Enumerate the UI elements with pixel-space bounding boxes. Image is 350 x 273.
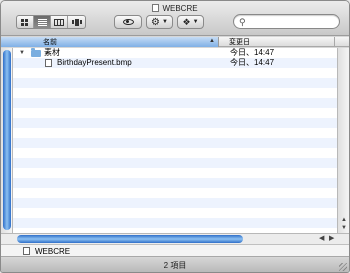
date-column-header[interactable]: 変更日 [220,37,335,47]
icon-view-icon [21,18,29,26]
path-bar: WEBCRE [1,244,349,257]
left-scroll-indicator[interactable] [1,48,13,233]
dropbox-button[interactable]: ❖ ▼ [177,15,204,29]
name-column-label: 名前 [43,39,57,46]
window-title: WEBCRE [1,4,349,13]
row-date: 今日、14:47 [230,48,275,57]
search-field[interactable]: ⚲ [233,14,340,29]
action-button[interactable]: ⚙ ▼ [146,15,173,29]
eye-icon [122,19,134,25]
file-list: ▼ 素材 今日、14:47 BirthdayPresent.bmp 今日、14:… [1,48,337,233]
finder-window: WEBCRE ⚙ ▼ ❖ ▼ ⚲ 名前 ▲ 変更日 ▼ 素材 今日、14:47 … [0,0,350,273]
scroll-up-icon[interactable]: ▲ [341,217,347,223]
chevron-down-icon: ▼ [192,19,199,25]
list-row[interactable]: BirthdayPresent.bmp 今日、14:47 [1,58,337,68]
cover-flow-button[interactable] [68,16,85,28]
list-view-icon [37,18,47,26]
vertical-scrollbar[interactable]: ▲ ▼ [337,48,349,233]
resize-grip[interactable] [339,263,347,271]
gear-icon: ⚙ [151,16,160,28]
scroll-right-icon[interactable]: ▶ [329,234,334,242]
row-date: 今日、14:47 [230,58,275,67]
window-title-text: WEBCRE [162,4,198,13]
row-name: BirthdayPresent.bmp [57,58,132,67]
file-icon [45,59,52,67]
scroll-left-icon[interactable]: ◀ [319,234,324,242]
cover-flow-icon [71,18,82,26]
dropbox-icon: ❖ [182,16,191,27]
folder-icon [31,48,41,57]
icon-view-button[interactable] [17,16,34,28]
list-row[interactable]: ▼ 素材 今日、14:47 [1,48,337,58]
quick-look-button[interactable] [114,15,142,29]
document-icon [152,4,160,12]
column-view-icon [54,18,64,26]
path-bar-item[interactable]: WEBCRE [35,247,70,256]
column-view-button[interactable] [51,16,68,28]
scroll-down-icon[interactable]: ▼ [341,225,347,231]
search-icon: ⚲ [239,17,246,27]
name-column-header[interactable]: 名前 ▲ [1,37,219,47]
row-name: 素材 [44,48,60,57]
column-header: 名前 ▲ 変更日 [1,37,349,47]
date-column-label: 変更日 [229,39,250,46]
list-view-button[interactable] [34,16,51,28]
view-switcher [16,15,86,29]
document-icon [23,247,30,255]
item-count: 2 項目 [163,261,187,270]
horizontal-scrollbar[interactable]: ◀ ▶ [1,233,349,244]
titlebar: WEBCRE ⚙ ▼ ❖ ▼ ⚲ [1,1,349,36]
horizontal-scroll-thumb[interactable] [17,235,243,243]
sort-ascending-icon: ▲ [209,38,215,44]
status-bar: 2 項目 [1,258,349,272]
chevron-down-icon: ▼ [162,19,168,25]
vertical-scroll-thumb[interactable] [3,50,11,230]
disclosure-triangle-icon[interactable]: ▼ [19,48,25,58]
